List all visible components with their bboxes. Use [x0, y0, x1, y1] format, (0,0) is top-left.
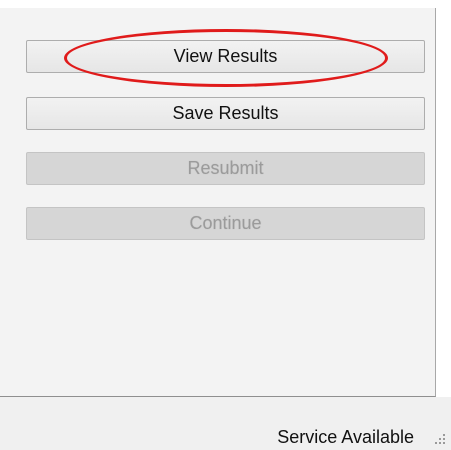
- actions-panel: View Results Save Results Resubmit Conti…: [0, 0, 436, 397]
- panel-top-strip: [0, 0, 436, 8]
- continue-button: Continue: [26, 207, 425, 240]
- view-results-button[interactable]: View Results: [26, 40, 425, 73]
- status-bar: Service Available: [0, 397, 451, 450]
- resubmit-button: Resubmit: [26, 152, 425, 185]
- status-text: Service Available: [277, 427, 414, 447]
- save-results-button[interactable]: Save Results: [26, 97, 425, 130]
- resize-grip-icon[interactable]: [433, 432, 447, 446]
- results-window: View Results Save Results Resubmit Conti…: [0, 0, 451, 450]
